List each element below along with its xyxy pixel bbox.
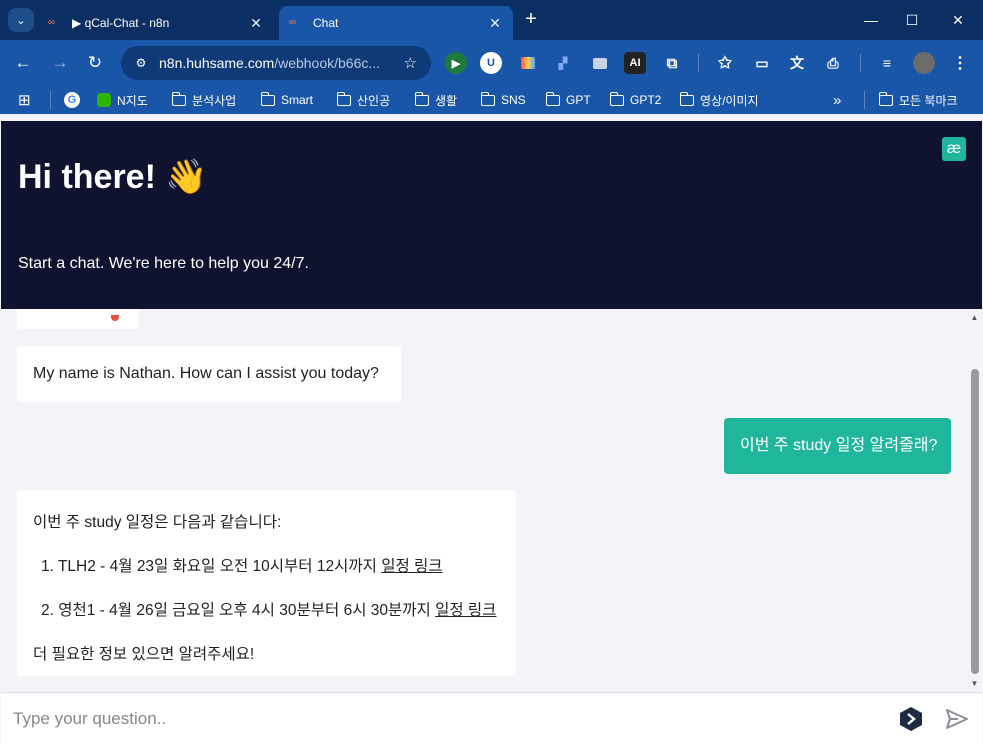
bookmarks-separator [864,91,865,109]
back-button[interactable]: ← [11,51,35,75]
folder-icon [336,91,351,106]
n8n-favicon-icon: ∞ [48,17,56,28]
bookmark-folder[interactable]: 영상/이미지 [679,91,759,109]
chat-header: Hi there! 👋 Start a chat. We're here to … [1,121,982,309]
media-queue-icon[interactable]: ≡ [876,52,898,74]
chevron-down-icon: ⌄ [16,14,26,27]
chat-page: Hi there! 👋 Start a chat. We're here to … [1,121,982,744]
question-input[interactable] [13,705,873,733]
bookmark-folder[interactable]: 산인공 [336,91,390,109]
schedule-link[interactable]: 일정 링크 [381,558,442,575]
schedule-list: 1. TLH2 - 4월 23일 화요일 오전 10시부터 12시까지 일정 링… [33,554,500,620]
emoji-partial-icon [111,315,119,321]
brand-logo-icon: æ [942,137,966,161]
new-tab-button[interactable]: + [520,9,542,31]
extension-printer-icon[interactable] [589,52,611,74]
message-intro: 이번 주 study 일정은 다음과 같습니다: [33,514,282,531]
browser-tab-chat[interactable]: ∞ Chat ✕ [279,6,513,40]
schedule-item: 2. 영천1 - 4월 26일 금요일 오후 4시 30분부터 6시 30분까지… [41,602,497,619]
schedule-link[interactable]: 일정 링크 [435,602,496,619]
chat-subtitle: Start a chat. We're here to help you 24/… [18,255,309,272]
messages-scrollbar[interactable]: ▲ ▼ [967,309,982,692]
browser-tab-qcal[interactable]: ∞ ▶ qCal-Chat - n8n ✕ [38,6,274,40]
folder-icon [609,91,624,106]
bookmark-star-icon[interactable]: ☆ [404,54,417,72]
scroll-thumb[interactable] [971,369,979,674]
reload-button[interactable]: ↻ [83,51,107,75]
tab-title: Chat [313,16,339,30]
tab-title: ▶ qCal-Chat - n8n [72,16,170,30]
bookmark-folder[interactable]: 분석사업 [171,91,236,109]
chat-title: Hi there! 👋 [18,158,208,196]
chat-input-bar [1,692,982,744]
n8n-favicon-icon: ∞ [289,17,297,28]
message-list[interactable]: My name is Nathan. How can I assist you … [1,309,967,692]
close-window-button[interactable]: ✕ [943,8,973,32]
bookmark-folder[interactable]: 생활 [414,91,457,109]
user-message: 이번 주 study 일정 알려줄래? [724,418,951,474]
translate-icon[interactable]: 文 [786,52,808,74]
bookmarks-separator [50,91,51,109]
google-icon: G [64,92,80,108]
bot-message: 이번 주 study 일정은 다음과 같습니다: 1. TLH2 - 4월 23… [17,490,516,676]
extension-ai-icon[interactable]: AI [624,52,646,74]
message-outro: 더 필요한 정보 있으면 알려주세요! [33,646,255,663]
toolbar-separator [860,54,861,72]
extension-u-icon[interactable]: U [480,52,502,74]
extension-play-icon[interactable]: ▶ [445,52,467,74]
extension-blue-icon[interactable]: ▞ [552,52,574,74]
bookmark-folder[interactable]: GPT2 [609,91,661,109]
bot-message: My name is Nathan. How can I assist you … [17,346,401,402]
send-button[interactable] [945,707,969,731]
minimize-button[interactable]: — [856,8,886,32]
bookmark-folder[interactable]: SNS [480,91,526,109]
extensions-puzzle-icon[interactable]: ⧉ [661,52,683,74]
tab-search-button[interactable]: ⌄ [8,8,34,32]
folder-icon [878,91,893,106]
cast-icon[interactable]: ▭ [751,52,773,74]
forward-button[interactable]: → [48,51,72,75]
site-settings-icon[interactable]: ⚙ [131,56,151,70]
bookmark-folder[interactable]: Smart [260,91,313,109]
all-bookmarks-folder[interactable]: 모든 북마크 [878,91,958,109]
assistant-helper-icon[interactable] [899,706,923,732]
bookmark-nmap[interactable]: N지도 [97,91,148,109]
folder-icon [679,91,694,106]
profile-avatar[interactable] [913,52,935,74]
bookmarks-overflow-button[interactable]: » [833,91,841,109]
close-tab-icon[interactable]: ✕ [248,15,264,32]
scroll-up-arrow[interactable]: ▲ [970,313,979,322]
bookmarks-star-icon[interactable]: ✩ [714,52,736,74]
url-text[interactable]: n8n.huhsame.com/webhook/b66c... [159,55,385,71]
folder-icon [260,91,275,106]
scroll-down-arrow[interactable]: ▼ [970,679,979,688]
close-tab-icon[interactable]: ✕ [487,15,503,32]
apps-grid-icon[interactable]: ⊞ [18,91,31,109]
folder-icon [480,91,495,106]
browser-toolbar: ← → ↻ ⚙ n8n.huhsame.com/webhook/b66c... … [0,40,983,86]
toolbar-separator [698,54,699,72]
print-icon[interactable]: ⎙ [822,52,844,74]
schedule-item: 1. TLH2 - 4월 23일 화요일 오전 10시부터 12시까지 일정 링… [41,558,443,575]
address-bar[interactable]: ⚙ n8n.huhsame.com/webhook/b66c... ☆ [121,46,431,80]
maximize-button[interactable]: ☐ [897,8,927,32]
folder-icon [545,91,560,106]
bookmark-folder[interactable]: GPT [545,91,591,109]
bot-message-partial [17,309,139,329]
google-bookmark[interactable]: G [64,91,80,109]
browser-titlebar: ⌄ ∞ ▶ qCal-Chat - n8n ✕ ∞ Chat ✕ + — ☐ ✕ [0,0,983,40]
folder-icon [414,91,429,106]
menu-kebab-icon[interactable]: ⋮ [949,52,971,74]
bookmarks-bar: ⊞ G N지도 분석사업 Smart 산인공 생활 SNS GPT GPT2 영… [0,86,983,114]
nmap-icon [97,93,111,107]
folder-icon [171,91,186,106]
extension-cube-icon[interactable] [517,52,539,74]
